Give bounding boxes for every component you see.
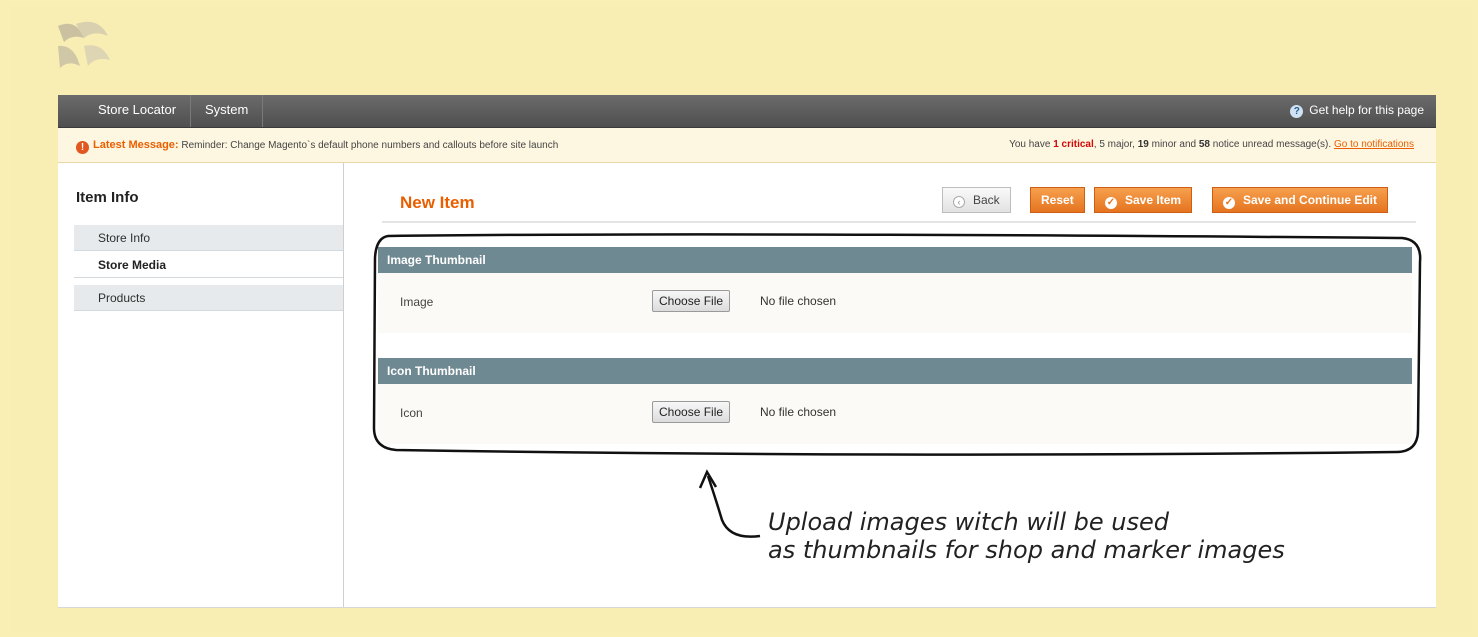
help-label: Get help for this page [1309, 103, 1424, 117]
annotation-line-2: as thumbnails for shop and marker images [768, 536, 1285, 564]
back-button[interactable]: ‹ Back [942, 187, 1011, 213]
image-field-label: Image [400, 295, 434, 309]
help-icon: ? [1290, 105, 1304, 118]
save-label: Save Item [1125, 193, 1182, 207]
back-label: Back [973, 193, 1000, 207]
notification-summary: You have 1 critical, 5 major, 19 minor a… [1009, 139, 1414, 150]
image-choose-file-button[interactable]: Choose File [652, 290, 731, 312]
latest-message: ! Latest Message: Reminder: Change Magent… [76, 139, 558, 154]
help-link[interactable]: ? Get help for this page [1290, 95, 1424, 127]
latest-message-label: Latest Message: [93, 139, 179, 151]
latest-message-text: Reminder: Change Magento`s default phone… [181, 140, 559, 151]
notice-count: 58 [1198, 139, 1210, 150]
annotation-note: Upload images witch will be used as thum… [768, 508, 1368, 564]
summary-prefix: You have [1009, 139, 1051, 150]
critical-count: 1 critical [1053, 139, 1094, 150]
store-logo-icon [58, 21, 110, 68]
icon-field-row: Icon Choose File No file chosen [378, 384, 1412, 444]
section-icon-thumbnail: Icon Thumbnail [378, 358, 1412, 384]
icon-field-label: Icon [400, 406, 423, 420]
minor-count: 19 [1137, 139, 1149, 150]
sidebar-title: Item Info [76, 189, 139, 206]
save-continue-label: Save and Continue Edit [1243, 193, 1378, 207]
top-navigation: Store Locator System ? Get help for this … [58, 95, 1436, 128]
check-icon: ✓ [1223, 197, 1235, 209]
section-image-thumbnail: Image Thumbnail [378, 247, 1412, 273]
notice-text: notice unread message(s). [1212, 139, 1332, 150]
icon-choose-file-button[interactable]: Choose File [652, 401, 731, 423]
title-divider [382, 221, 1416, 223]
annotation-line-1: Upload images witch will be used [768, 508, 1169, 536]
notification-bar: ! Latest Message: Reminder: Change Magent… [58, 128, 1436, 163]
save-item-button[interactable]: ✓ Save Item [1094, 187, 1193, 213]
tab-store-info[interactable]: Store Info [74, 225, 343, 251]
back-arrow-icon: ‹ [953, 196, 965, 208]
notifications-link[interactable]: Go to notifications [1334, 139, 1414, 150]
minor-text: minor and [1151, 139, 1197, 150]
image-file-status: No file chosen [760, 294, 837, 308]
tab-products[interactable]: Products [74, 285, 343, 311]
icon-file-status: No file chosen [760, 405, 837, 419]
page-title: New Item [400, 193, 475, 212]
reset-button[interactable]: Reset [1030, 187, 1085, 213]
save-continue-button[interactable]: ✓ Save and Continue Edit [1212, 187, 1389, 213]
tab-store-media[interactable]: Store Media [74, 252, 343, 278]
major-count: 5 major, [1099, 139, 1135, 150]
nav-item-system[interactable]: System [191, 95, 264, 127]
image-field-row: Image Choose File No file chosen [378, 273, 1412, 333]
check-icon: ✓ [1105, 197, 1117, 209]
warning-icon: ! [76, 141, 89, 154]
nav-item-store-locator[interactable]: Store Locator [84, 95, 192, 127]
sidebar: Item Info Store Info Store Media Product… [58, 163, 344, 607]
